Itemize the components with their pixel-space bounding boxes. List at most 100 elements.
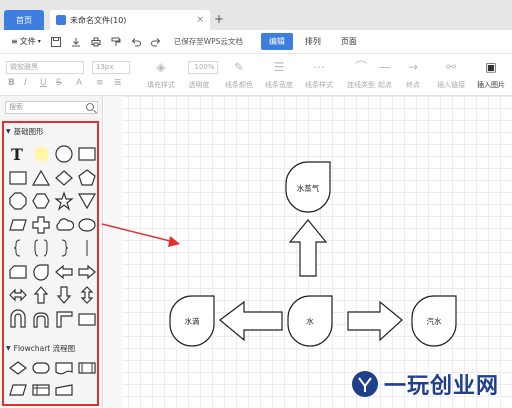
tab-document[interactable]: 未命名文件(10) × bbox=[50, 10, 210, 30]
bold-button[interactable]: B bbox=[8, 78, 15, 88]
underline-button[interactable]: U bbox=[40, 78, 47, 88]
double-arrow-shape-icon[interactable] bbox=[8, 285, 28, 305]
brace-left-shape-icon[interactable] bbox=[8, 238, 28, 258]
line-end-label: 终点 bbox=[406, 81, 420, 89]
cross-shape-icon[interactable] bbox=[31, 215, 51, 235]
format-toolbar: 微软雅黑 13px B I U S A ≡ ≣ ◈ 填充样式 100% 透明度 … bbox=[0, 54, 512, 96]
link-icon: ⚯ bbox=[445, 60, 457, 74]
text-shape-icon[interactable]: T bbox=[8, 144, 28, 164]
line-end-button[interactable]: → 终点 bbox=[398, 58, 428, 90]
data-shape-icon[interactable] bbox=[8, 380, 28, 400]
pentagon-shape-icon[interactable] bbox=[77, 168, 97, 188]
line-style-icon: ⋯ bbox=[313, 60, 325, 74]
brace-pair-shape-icon[interactable] bbox=[31, 238, 51, 258]
italic-button[interactable]: I bbox=[24, 78, 27, 88]
collapse-triangle-icon: ▼ bbox=[6, 345, 11, 352]
card-shape-icon[interactable] bbox=[8, 262, 28, 282]
paint-bucket-icon: ◈ bbox=[156, 60, 166, 74]
font-family-select[interactable]: 微软雅黑 bbox=[6, 61, 84, 74]
fill-style-button[interactable]: ◈ 填充样式 bbox=[142, 58, 180, 90]
redo-icon[interactable] bbox=[148, 34, 164, 50]
text-align-icon[interactable]: ≡ bbox=[96, 78, 104, 88]
star-shape-icon[interactable] bbox=[54, 191, 74, 211]
corner-shape-icon[interactable] bbox=[54, 309, 74, 329]
terminator-shape-icon[interactable] bbox=[31, 358, 51, 378]
insert-link-button[interactable]: ⚯ 插入链接 bbox=[432, 58, 470, 90]
tab-home[interactable]: 首页 bbox=[4, 10, 44, 30]
ellipse-shape-icon[interactable] bbox=[77, 215, 97, 235]
text-valign-icon[interactable]: ≣ bbox=[114, 78, 122, 88]
vertical-double-arrow-shape-icon[interactable] bbox=[77, 285, 97, 305]
section-basic-shapes-label: 基础图形 bbox=[13, 127, 44, 136]
document-shape-icon[interactable] bbox=[54, 358, 74, 378]
font-color-icon[interactable]: A bbox=[76, 78, 82, 88]
triangle-shape-icon[interactable] bbox=[31, 168, 51, 188]
brace-right-shape-icon[interactable] bbox=[54, 238, 74, 258]
note-shape-icon[interactable] bbox=[31, 144, 51, 164]
line-color-button[interactable]: ✎ 线条颜色 bbox=[220, 58, 258, 90]
right-arrow-shape-icon[interactable] bbox=[77, 262, 97, 282]
inverted-triangle-shape-icon[interactable] bbox=[77, 191, 97, 211]
insert-image-label: 插入图片 bbox=[477, 81, 505, 89]
cloud-shape-icon[interactable] bbox=[54, 215, 74, 235]
manual-input-shape-icon[interactable] bbox=[54, 380, 74, 400]
shape-library-panel: 搜索 ▼ 基础图形 ▼ Flowchart 流程图 T bbox=[0, 96, 103, 408]
close-tab-icon[interactable]: × bbox=[196, 15, 204, 25]
left-arrow-shape-icon[interactable] bbox=[54, 262, 74, 282]
tab-arrange[interactable]: 排列 bbox=[297, 33, 329, 50]
drop-shape-icon[interactable] bbox=[31, 262, 51, 282]
node-label-water: 水 bbox=[306, 317, 314, 326]
down-arrow-shape-icon[interactable] bbox=[54, 285, 74, 305]
opacity-button[interactable]: 100% 透明度 bbox=[180, 58, 218, 90]
drawing-canvas[interactable] bbox=[104, 96, 512, 408]
hexagon-shape-icon[interactable] bbox=[31, 191, 51, 211]
format-painter-icon[interactable] bbox=[108, 34, 124, 50]
u-turn-shape-icon[interactable] bbox=[8, 308, 28, 329]
process-shape-icon[interactable] bbox=[77, 309, 97, 329]
line-shape-icon[interactable] bbox=[77, 238, 97, 258]
file-menu[interactable]: ≡ 文件 ▾ bbox=[8, 36, 44, 47]
site-watermark: 一玩创业网 bbox=[350, 366, 512, 402]
hamburger-icon: ≡ bbox=[11, 37, 18, 46]
tab-bar: 首页 未命名文件(10) × + bbox=[0, 0, 512, 30]
section-basic-shapes[interactable]: ▼ 基础图形 bbox=[6, 126, 44, 137]
tab-page[interactable]: 页面 bbox=[333, 33, 365, 50]
octagon-shape-icon[interactable] bbox=[8, 191, 28, 211]
svg-text:T: T bbox=[11, 145, 23, 164]
strikethrough-button[interactable]: S bbox=[56, 78, 62, 88]
print-icon[interactable] bbox=[88, 34, 104, 50]
zoom-field[interactable]: 100% bbox=[188, 61, 218, 74]
circle-shape-icon[interactable] bbox=[54, 144, 74, 164]
diamond-shape-icon[interactable] bbox=[54, 168, 74, 188]
line-style-label: 线条样式 bbox=[305, 81, 333, 89]
shape-search-input[interactable]: 搜索 bbox=[5, 101, 98, 114]
decision-shape-icon[interactable] bbox=[8, 358, 28, 378]
new-tab-button[interactable]: + bbox=[214, 12, 224, 26]
line-style-button[interactable]: ⋯ 线条样式 bbox=[300, 58, 338, 90]
watermark-logo bbox=[352, 371, 378, 397]
predefined-process-shape-icon[interactable] bbox=[77, 358, 97, 378]
cloud-save-status: 已保存至WPS云文档 bbox=[173, 37, 243, 46]
undo-icon[interactable] bbox=[128, 34, 144, 50]
save-icon[interactable] bbox=[48, 34, 64, 50]
fill-style-label: 填充样式 bbox=[147, 81, 175, 89]
section-flowchart[interactable]: ▼ Flowchart 流程图 bbox=[6, 343, 75, 354]
internal-storage-shape-icon[interactable] bbox=[31, 380, 51, 400]
pen-icon: ✎ bbox=[233, 60, 245, 74]
line-start-button[interactable]: — 起点 bbox=[370, 58, 400, 90]
rectangle-shape-icon[interactable] bbox=[77, 144, 97, 164]
line-start-icon: — bbox=[379, 60, 391, 74]
font-size-select[interactable]: 13px bbox=[92, 61, 130, 74]
insert-image-button[interactable]: ▣ 插入图片 bbox=[472, 58, 510, 90]
arch-shape-icon[interactable] bbox=[31, 309, 51, 329]
up-arrow-shape-icon[interactable] bbox=[31, 285, 51, 305]
tab-edit[interactable]: 编辑 bbox=[260, 33, 293, 50]
watermark-text: 一玩创业网 bbox=[384, 373, 500, 399]
collapse-triangle-icon: ▼ bbox=[6, 128, 11, 135]
node-label-steam: 水蒸气 bbox=[296, 184, 320, 193]
square-shape-icon[interactable] bbox=[8, 168, 28, 188]
parallelogram-shape-icon[interactable] bbox=[8, 215, 28, 235]
image-icon: ▣ bbox=[485, 60, 497, 74]
download-icon[interactable] bbox=[68, 34, 84, 50]
line-width-button[interactable]: ☰ 线条宽度 bbox=[260, 58, 298, 90]
